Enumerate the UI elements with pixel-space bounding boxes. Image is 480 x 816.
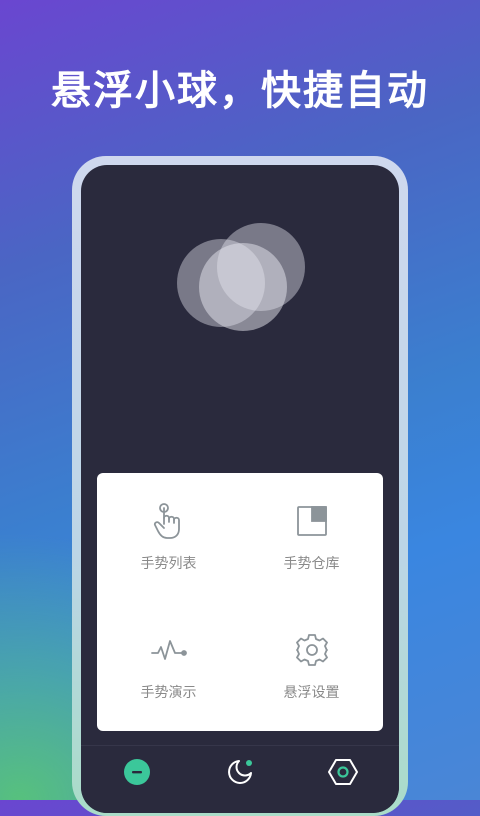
menu-item-label: 手势演示 (140, 685, 197, 701)
headline: 悬浮小球，快捷自动 (51, 68, 429, 114)
menu-item-label: 悬浮设置 (283, 685, 340, 701)
hexagon-icon (327, 757, 359, 791)
tap-hand-icon (149, 501, 189, 541)
menu-item-gesture-list[interactable]: 手势列表 (97, 473, 240, 602)
menu-item-label: 手势仓库 (283, 556, 340, 572)
nav-moon-button[interactable] (222, 756, 258, 792)
wave-icon (149, 630, 189, 670)
bottom-nav-bar (81, 745, 399, 813)
menu-item-gesture-store[interactable]: 手势仓库 (240, 473, 383, 602)
warehouse-icon (292, 501, 332, 541)
phone-screen: 手势列表 手势仓库 手势演示 悬浮设置 (81, 165, 399, 813)
phone-frame: 手势列表 手势仓库 手势演示 悬浮设置 (72, 156, 408, 816)
moon-icon (225, 757, 255, 791)
floating-ball[interactable] (199, 243, 287, 331)
ball-minus-icon (123, 758, 151, 790)
nav-hexagon-button[interactable] (325, 756, 361, 792)
menu-item-float-settings[interactable]: 悬浮设置 (240, 602, 383, 731)
nav-ball-button[interactable] (119, 756, 155, 792)
menu-item-gesture-demo[interactable]: 手势演示 (97, 602, 240, 731)
menu-item-label: 手势列表 (140, 556, 197, 572)
menu-panel: 手势列表 手势仓库 手势演示 悬浮设置 (97, 473, 383, 731)
gear-icon (292, 630, 332, 670)
